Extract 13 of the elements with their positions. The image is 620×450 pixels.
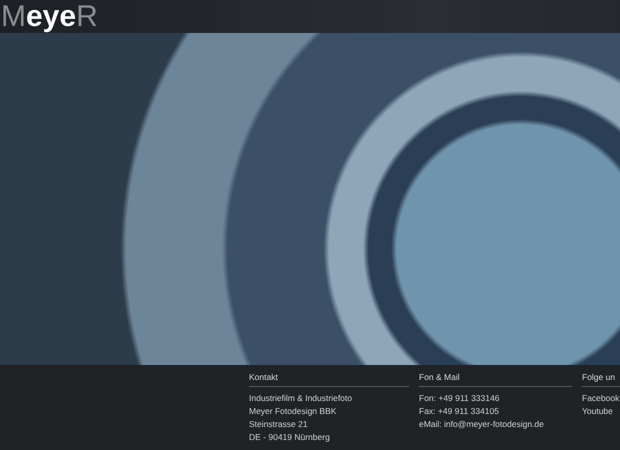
footer-text: DE - 90419 Nürnberg xyxy=(249,431,331,444)
footer-text: Fax: +49 911 334105 xyxy=(419,405,500,418)
column-heading: Folge un xyxy=(582,372,620,387)
footer-text: eMail: info@meyer-fotodesign.de xyxy=(419,418,545,431)
column-heading: Fon & Mail xyxy=(419,372,572,387)
footer-text: Steinstrasse 21 xyxy=(249,418,309,431)
footer-text: Industriefilm & Industriefoto xyxy=(249,392,353,405)
footer-text: Fon: +49 911 333146 xyxy=(419,392,500,405)
logo[interactable]: MeyeR xyxy=(1,2,98,32)
footer-text: Youtube xyxy=(582,405,614,418)
column-heading: Kontakt xyxy=(249,372,409,387)
footer-text: Meyer Fotodesign BBK xyxy=(249,405,338,418)
footer-text: Facebook xyxy=(582,392,620,405)
